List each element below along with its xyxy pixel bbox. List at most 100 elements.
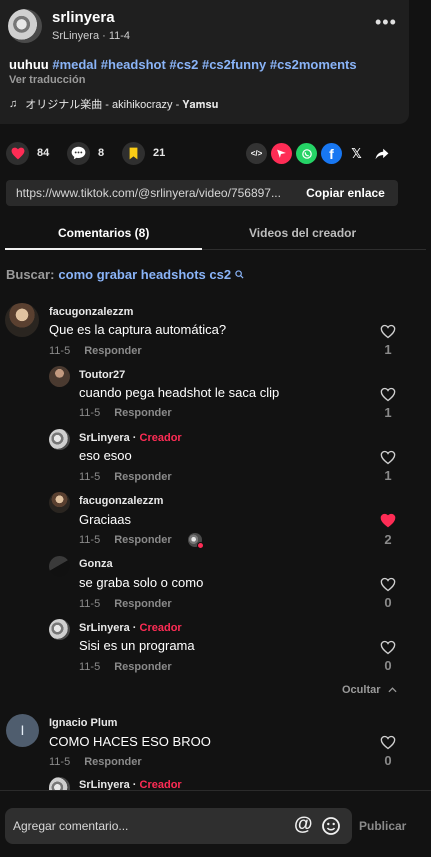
heart-outline-icon[interactable]	[380, 735, 396, 750]
music-note-icon: ♫	[9, 98, 18, 110]
mention-at-icon[interactable]: @	[294, 814, 313, 836]
like-count: 0	[384, 595, 392, 610]
heart-outline-icon[interactable]	[380, 640, 396, 655]
heart-outline-icon[interactable]	[380, 450, 396, 465]
caption-text: uuhuu	[9, 57, 49, 72]
comment-text: Graciaas	[79, 512, 132, 527]
avatar[interactable]	[49, 619, 70, 640]
whatsapp-icon[interactable]	[296, 143, 317, 164]
comment-username[interactable]: SrLinyera · Creador	[79, 779, 182, 790]
reply-button[interactable]: Responder	[114, 598, 171, 610]
comment-date: 11-5	[49, 756, 71, 768]
creator-liked-avatar	[188, 533, 204, 549]
like-action[interactable]: 84	[6, 141, 49, 165]
comment-text: Que es la captura automática?	[49, 322, 227, 337]
comment-username[interactable]: Gonza	[79, 558, 113, 570]
hashtag-link[interactable]: #headshot	[101, 57, 166, 72]
comment-date: 11-5	[79, 598, 101, 610]
heart-outline-icon[interactable]	[380, 387, 396, 402]
comment-text: cuando pega headshot le saca clip	[79, 385, 280, 400]
copy-link-button[interactable]: Copiar enlace	[293, 180, 398, 206]
tab-comments[interactable]: Comentarios (8)	[58, 226, 149, 240]
reply-button[interactable]: Responder	[84, 345, 141, 357]
comment-text: eso esoo	[79, 448, 132, 463]
comment-action[interactable]: 8	[67, 141, 104, 165]
comment-meta: 11-5 Responder	[79, 661, 172, 673]
emoji-icon[interactable]	[321, 816, 341, 836]
hashtag-link[interactable]: #cs2	[169, 57, 198, 72]
more-options-icon[interactable]: •••	[375, 13, 397, 31]
comment-text: se graba solo o como	[79, 575, 204, 590]
hashtag-link[interactable]: #cs2moments	[270, 57, 357, 72]
search-suggestion[interactable]: Buscar: como grabar headshots cs2	[6, 267, 244, 282]
reply-button[interactable]: Responder	[114, 661, 171, 673]
hide-replies-button[interactable]: Ocultar	[342, 684, 397, 696]
tab-creator-videos[interactable]: Videos del creador	[249, 226, 356, 240]
reply-button[interactable]: Responder	[114, 534, 171, 546]
translate-link[interactable]: Ver traducción	[9, 74, 85, 86]
reply-button[interactable]: Responder	[114, 471, 171, 483]
heart-outline-icon[interactable]	[380, 577, 396, 592]
comment-username[interactable]: Ignacio Plum	[49, 717, 117, 729]
video-link-field[interactable]: https://www.tiktok.com/@srlinyera/video/…	[6, 180, 293, 206]
comments-count: 8	[98, 147, 105, 159]
author-avatar[interactable]	[8, 9, 42, 43]
reply-button[interactable]: Responder	[114, 407, 171, 419]
author-name[interactable]: srlinyera	[52, 9, 115, 26]
divider	[0, 790, 431, 791]
avatar[interactable]	[5, 303, 39, 337]
comment-username[interactable]: SrLinyera · Creador	[79, 622, 182, 634]
embed-icon[interactable]: </>	[246, 143, 267, 164]
comment-username[interactable]: facugonzalezzm	[49, 306, 133, 318]
comment-author: SrLinyera ·	[79, 779, 140, 790]
avatar[interactable]	[49, 429, 70, 450]
avatar[interactable]: I	[6, 714, 39, 747]
comment-meta: 11-5 Responder	[79, 598, 172, 610]
publish-button[interactable]: Publicar	[359, 819, 406, 833]
share-row: </> f 𝕏	[246, 143, 392, 164]
avatar[interactable]	[49, 556, 70, 577]
avatar[interactable]	[49, 777, 70, 790]
comment-date: 11-5	[79, 407, 101, 419]
like-count: 1	[384, 468, 392, 483]
comment-author: SrLinyera ·	[79, 622, 140, 634]
heart-outline-icon[interactable]	[380, 324, 396, 339]
like-count: 1	[384, 405, 392, 420]
comment-text: Sisi es un programa	[79, 638, 195, 653]
comment-date: 11-5	[79, 661, 101, 673]
comment-username[interactable]: SrLinyera · Creador	[79, 432, 182, 444]
bookmark-icon[interactable]	[122, 141, 145, 165]
comment-input-box: @	[5, 808, 352, 844]
comment-meta: 11-5 Responder	[79, 471, 172, 483]
save-action[interactable]: 21	[122, 141, 165, 165]
post-card: srlinyera SrLinyera · 11-4 ••• uuhuu #me…	[0, 0, 409, 124]
heart-filled-icon[interactable]	[380, 513, 396, 528]
liked-badge-icon	[197, 542, 204, 549]
comment-date: 11-5	[49, 345, 71, 357]
comment-text: COMO HACES ESO BROO	[49, 734, 211, 749]
facebook-icon[interactable]: f	[321, 143, 342, 164]
comment-bubble-icon[interactable]	[67, 141, 90, 165]
comment-meta: 11-5 Responder	[49, 756, 142, 768]
chevron-up-icon	[388, 687, 397, 693]
reply-button[interactable]: Responder	[84, 756, 141, 768]
music-row[interactable]: ♫ オリジナル楽曲 - akihikocrazy - 𝐘𝐚𝐦𝐬𝐮	[9, 96, 218, 112]
hashtag-link[interactable]: #medal	[52, 57, 97, 72]
avatar[interactable]	[49, 492, 70, 513]
comment-username[interactable]: Toutor27	[79, 369, 125, 381]
x-icon[interactable]: 𝕏	[346, 143, 367, 164]
avatar[interactable]	[49, 366, 70, 387]
comment-input[interactable]	[13, 817, 283, 835]
comment-meta: 11-5 Responder	[49, 345, 142, 357]
saves-count: 21	[153, 147, 166, 159]
send-icon[interactable]	[271, 143, 292, 164]
search-query-link[interactable]: como grabar headshots cs2	[58, 267, 231, 282]
share-arrow-icon[interactable]	[371, 143, 392, 164]
creator-badge: Creador	[139, 432, 182, 444]
creator-badge: Creador	[139, 622, 182, 634]
comment-username[interactable]: facugonzalezzm	[79, 495, 163, 507]
heart-icon[interactable]	[6, 141, 29, 165]
hashtag-link[interactable]: #cs2funny	[202, 57, 266, 72]
hide-replies-label: Ocultar	[342, 684, 381, 696]
comment-meta: 11-5 Responder	[79, 407, 172, 419]
